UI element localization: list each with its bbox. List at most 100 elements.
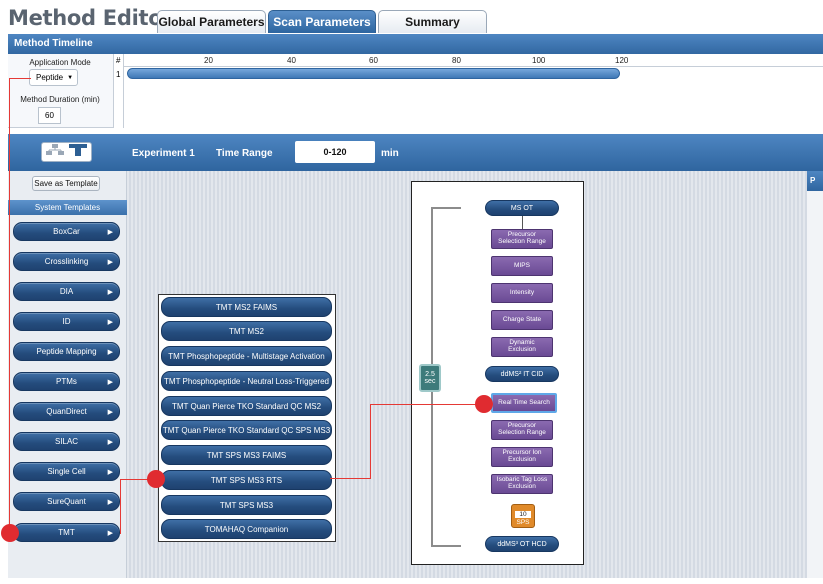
tab-scan-parameters[interactable]: Scan Parameters [268,10,376,33]
template-silac[interactable]: SILAC ▶ [13,432,120,451]
submenu-item[interactable]: TMT MS2 [161,321,332,341]
properties-panel [807,171,823,578]
view-toggle[interactable] [41,142,92,162]
template-label: TMT [58,528,75,537]
properties-panel-header: P [807,171,823,191]
time-range-input[interactable]: 0-120 [295,141,375,163]
row-number: 1 [116,70,121,79]
template-crosslinking[interactable]: Crosslinking ▶ [13,252,120,271]
row-header: # [116,56,121,65]
chevron-right-icon: ▶ [107,379,113,386]
cycle-time-box[interactable]: 2.5 sec [419,364,441,392]
template-label: Peptide Mapping [36,347,97,356]
application-mode-select[interactable]: Peptide ▼ [29,69,78,86]
ms-ot-node[interactable]: MS OT [485,200,559,216]
filter-line: Exclusion [508,346,536,353]
annotation-line [9,78,31,79]
template-label: SILAC [54,437,79,446]
experiment-scan-bar[interactable] [127,68,620,79]
submenu-item[interactable]: TMT MS2 FAIMS [161,297,332,317]
submenu-item[interactable]: TMT Phosphopeptide - Neutral Loss-Trigge… [161,371,332,391]
tick-label: 20 [204,56,213,65]
tab-global-parameters[interactable]: Global Parameters [157,10,266,33]
template-label: ID [62,317,71,326]
chevron-right-icon: ▶ [107,289,113,296]
filter-line: Exclusion [508,483,536,490]
application-mode-value: Peptide [36,73,64,82]
flow-connector [522,216,523,230]
sps-value: 10 [515,511,531,518]
annotation-line [370,404,371,479]
time-range-unit: min [381,148,399,159]
template-label: BoxCar [53,227,80,236]
list-view-icon[interactable] [68,143,87,161]
ddms3-ot-hcd-node[interactable]: ddMS³ OT HCD [485,536,559,552]
real-time-search-node[interactable]: Real Time Search [491,393,557,413]
annotation-line [330,478,370,479]
cycle-time-value: 2.5 [425,371,435,378]
template-dia[interactable]: DIA ▶ [13,282,120,301]
duration-input[interactable]: 60 [38,107,61,124]
submenu-item[interactable]: TMT SPS MS3 RTS [161,470,332,490]
filter-line: Selection Range [498,429,546,436]
application-mode-label: Application Mode [29,58,91,67]
chevron-right-icon: ▶ [107,469,113,476]
template-tmt[interactable]: TMT ▶ [13,523,120,542]
template-surequant[interactable]: SureQuant ▶ [13,492,120,511]
template-label: SureQuant [47,497,86,506]
annotation-line [120,479,121,534]
chevron-right-icon: ▶ [107,439,113,446]
filter-mips[interactable]: MIPS [491,256,553,276]
filter-intensity[interactable]: Intensity [491,283,553,303]
template-peptide-mapping[interactable]: Peptide Mapping ▶ [13,342,120,361]
submenu-item[interactable]: TMT Quan Pierce TKO Standard QC SPS MS3 [161,420,332,440]
filter-charge-state[interactable]: Charge State [491,310,553,330]
tab-summary[interactable]: Summary [378,10,487,33]
timeline-header: Method Timeline [8,34,823,54]
duration-label: Method Duration (min) [20,95,100,104]
tick-label: 80 [452,56,461,65]
template-boxcar[interactable]: BoxCar ▶ [13,222,120,241]
template-ptms[interactable]: PTMs ▶ [13,372,120,391]
app-title: Method Editor [8,6,173,30]
filter-precursor-ion-exclusion[interactable]: Precursor Ion Exclusion [491,447,553,467]
template-label: QuanDirect [46,407,87,416]
submenu-item[interactable]: TOMAHAQ Companion [161,519,332,539]
tree-view-icon[interactable] [46,143,65,161]
template-single-cell[interactable]: Single Cell ▶ [13,462,120,481]
sps-label: SPS [516,519,530,526]
experiment-name: Experiment 1 [132,148,195,159]
submenu-item[interactable]: TMT SPS MS3 [161,495,332,515]
chevron-right-icon: ▶ [107,499,113,506]
submenu-item[interactable]: TMT Quan Pierce TKO Standard QC MS2 [161,396,332,416]
template-label: Crosslinking [44,257,89,266]
cycle-time-unit: sec [424,378,436,385]
filter-line: Charge State [502,315,542,323]
annotation-marker [475,395,493,413]
annotation-line [370,404,482,405]
filter-precursor-selection-range-ms3[interactable]: Precursor Selection Range [491,420,553,440]
chevron-right-icon: ▶ [107,349,113,356]
filter-line: Intensity [509,288,535,296]
annotation-marker [147,470,165,488]
ddms2-it-cid-node[interactable]: ddMS² IT CID [485,366,559,382]
filter-precursor-selection-range[interactable]: Precursor Selection Range [491,229,553,249]
filter-isobaric-tag-loss-exclusion[interactable]: Isobaric Tag Loss Exclusion [491,474,553,494]
template-label: DIA [59,287,74,296]
chevron-right-icon: ▶ [107,319,113,326]
chevron-right-icon: ▶ [107,409,113,416]
save-as-template-button[interactable]: Save as Template [32,176,100,191]
filter-line: MIPS [514,261,530,269]
annotation-line [9,78,10,533]
tick-label: 40 [287,56,296,65]
sps-node[interactable]: 10 SPS [511,504,535,528]
annotation-marker [1,524,19,542]
template-quandirect[interactable]: QuanDirect ▶ [13,402,120,421]
template-id[interactable]: ID ▶ [13,312,120,331]
tick-label: 120 [615,56,629,65]
submenu-item[interactable]: TMT Phosphopeptide - Multistage Activati… [161,346,332,366]
chevron-down-icon: ▼ [67,74,74,81]
timeline-ruler-line [123,66,823,67]
filter-dynamic-exclusion[interactable]: Dynamic Exclusion [491,337,553,357]
submenu-item[interactable]: TMT SPS MS3 FAIMS [161,445,332,465]
